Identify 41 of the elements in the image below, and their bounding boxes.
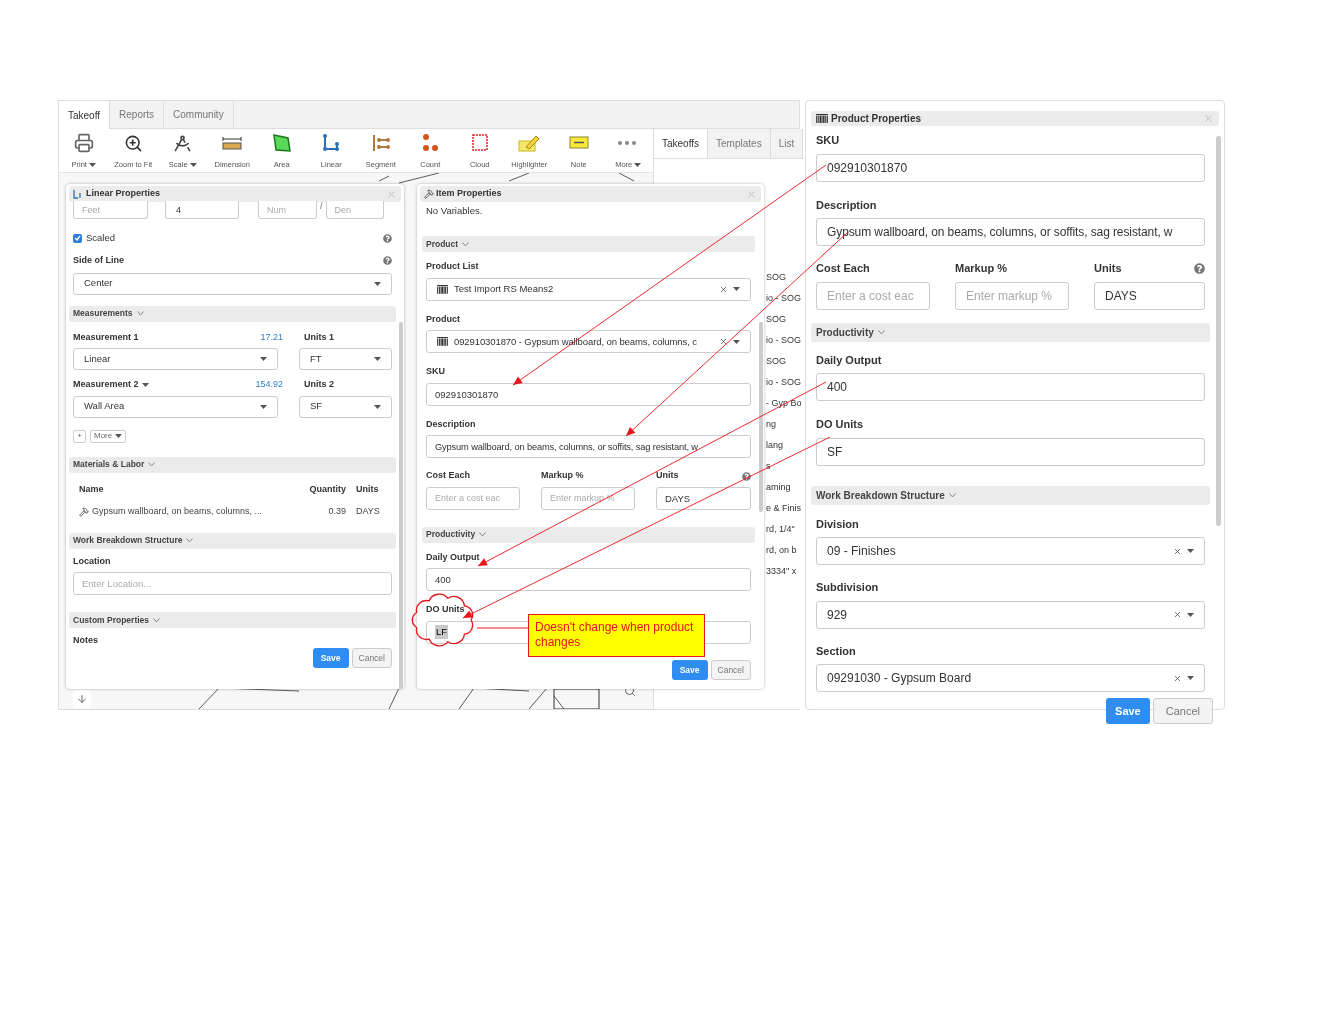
field-label: Units 1 bbox=[304, 330, 334, 344]
field-label: Description bbox=[816, 197, 878, 213]
field-label: Cost Each bbox=[426, 469, 471, 483]
field-label: SKU bbox=[816, 133, 841, 148]
table-cell-text: DAYS bbox=[355, 505, 381, 518]
table-cell-text: 0.39 bbox=[327, 505, 346, 518]
panel-title: Linear Properties bbox=[86, 187, 162, 201]
measurement-reading: 154.92 bbox=[255, 378, 283, 391]
field-label: SKU bbox=[426, 365, 446, 379]
panel-title: Item Properties bbox=[436, 187, 503, 201]
field-label: Units bbox=[1094, 261, 1123, 276]
field-label: Product List bbox=[426, 260, 480, 274]
field-label: Subdivision bbox=[816, 580, 880, 595]
field-label: Location bbox=[73, 554, 112, 568]
field-label: Notes bbox=[73, 634, 99, 643]
field-label: Daily Output bbox=[816, 352, 883, 368]
field-label: Measurement 1 bbox=[73, 330, 139, 344]
field-label: DO Units bbox=[426, 603, 466, 617]
fraction-slash: / bbox=[320, 200, 323, 214]
field-label: Markup % bbox=[541, 469, 585, 483]
field-label: Division bbox=[816, 516, 860, 532]
panel-title: Product Properties bbox=[831, 112, 923, 126]
field-label: Side of Line bbox=[73, 254, 125, 267]
field-label: DO Units bbox=[816, 417, 865, 432]
field-label: Product bbox=[426, 312, 461, 326]
field-label: Markup % bbox=[955, 261, 1008, 276]
field-label: Daily Output bbox=[426, 550, 481, 564]
field-label: Description bbox=[426, 417, 477, 431]
field-label: Units 2 bbox=[304, 378, 334, 391]
column-header: Quantity bbox=[308, 482, 346, 496]
field-label: Cost Each bbox=[816, 261, 871, 276]
no-variables-text: No Variables. bbox=[426, 204, 484, 218]
comment-tooltip: Doesn't change when product changes bbox=[528, 614, 705, 657]
column-header: Name bbox=[79, 482, 105, 496]
table-cell-text: Gypsum wallboard, on beams, columns, ... bbox=[92, 505, 264, 518]
field-label: Measurement 2 bbox=[73, 378, 139, 391]
measurement-reading: 17.21 bbox=[260, 330, 283, 344]
field-label: Section bbox=[816, 643, 857, 659]
field-label: Units bbox=[656, 469, 680, 483]
column-header: Units bbox=[355, 482, 380, 496]
checkbox-label: Scaled bbox=[86, 230, 117, 245]
